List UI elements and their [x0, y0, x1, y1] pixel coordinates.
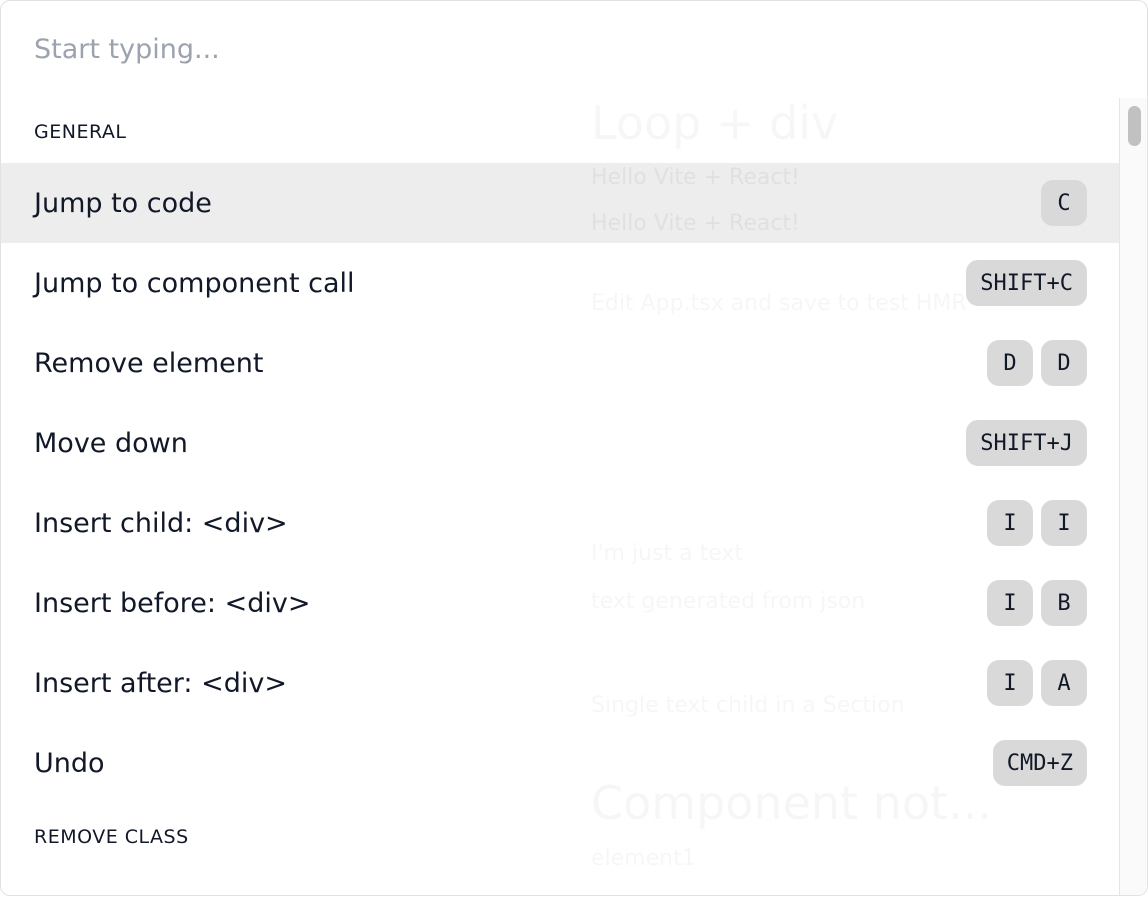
shortcut-key: I — [1041, 500, 1087, 546]
command-item[interactable]: Insert before: <div> I B — [1, 563, 1119, 643]
command-item[interactable]: Insert after: <div> I A — [1, 643, 1119, 723]
command-list: GENERAL Jump to code C Jump to component c… — [1, 98, 1119, 895]
shortcut-key: A — [1041, 660, 1087, 706]
shortcut-key: D — [987, 340, 1033, 386]
scrollbar[interactable] — [1119, 98, 1147, 895]
section-header-remove-class: REMOVE CLASS — [34, 826, 189, 848]
shortcut-key: B — [1041, 580, 1087, 626]
shortcut-key: I — [987, 500, 1033, 546]
command-label: Insert child: <div> — [34, 507, 288, 539]
command-item[interactable]: Jump to code C — [1, 163, 1119, 243]
shortcut-key: CMD+Z — [992, 740, 1087, 786]
shortcut-key: SHIFT+J — [966, 420, 1087, 466]
shortcut-key: C — [1041, 180, 1087, 226]
command-label: Move down — [34, 427, 188, 459]
command-label: Remove element — [34, 347, 264, 379]
command-palette: Loop + div Hello Vite + React! Hello Vit… — [0, 0, 1148, 896]
shortcut-keys: SHIFT+C — [966, 260, 1087, 306]
shortcut-key: I — [987, 660, 1033, 706]
command-item[interactable]: Move down SHIFT+J — [1, 403, 1119, 483]
command-label: Insert before: <div> — [34, 587, 311, 619]
shortcut-keys: II — [987, 500, 1087, 546]
command-item[interactable]: Jump to component call SHIFT+C — [1, 243, 1119, 323]
shortcut-keys: IA — [987, 660, 1087, 706]
command-label: Undo — [34, 747, 105, 779]
command-label: Jump to component call — [34, 267, 355, 299]
command-item[interactable]: Undo CMD+Z — [1, 723, 1119, 803]
command-label: Jump to code — [34, 187, 212, 219]
command-item[interactable]: Remove element D D — [1, 323, 1119, 403]
shortcut-keys: IB — [987, 580, 1087, 626]
scrollbar-thumb[interactable] — [1128, 106, 1141, 146]
shortcut-key: I — [987, 580, 1033, 626]
command-item[interactable]: Insert child: <div> I I — [1, 483, 1119, 563]
shortcut-keys: C — [1041, 180, 1087, 226]
shortcut-key: D — [1041, 340, 1087, 386]
shortcut-keys: SHIFT+J — [966, 420, 1087, 466]
shortcut-keys: CMD+Z — [992, 740, 1087, 786]
section-header-general: GENERAL — [34, 121, 127, 143]
command-label: Insert after: <div> — [34, 667, 287, 699]
shortcut-keys: DD — [987, 340, 1087, 386]
command-search-input[interactable] — [1, 1, 1147, 98]
shortcut-key: SHIFT+C — [966, 260, 1087, 306]
